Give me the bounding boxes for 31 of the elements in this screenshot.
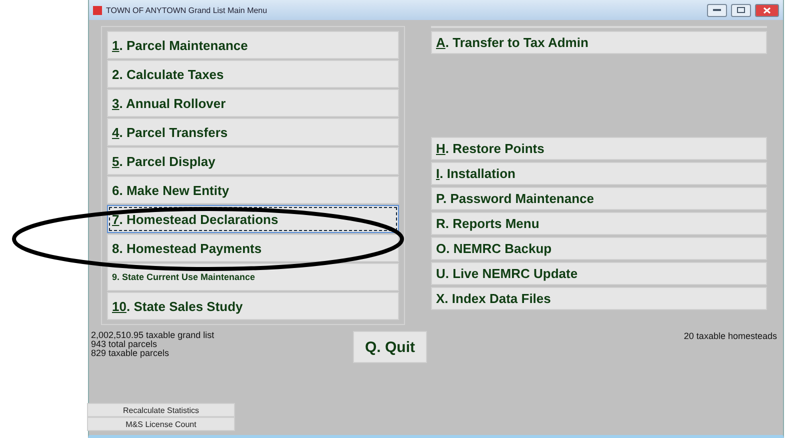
minimize-button[interactable] bbox=[707, 4, 727, 16]
statistic-text: 829 taxable parcels bbox=[91, 349, 170, 358]
menu-item[interactable]: 8. Homestead Payments bbox=[107, 234, 399, 262]
menu-item[interactable]: 5. Parcel Display bbox=[107, 147, 399, 175]
app-icon bbox=[93, 6, 102, 14]
maximize-button[interactable] bbox=[731, 4, 751, 16]
menu-item[interactable]: 3. Annual Rollover bbox=[107, 89, 399, 117]
statistics-button[interactable]: Recalculate Statistics bbox=[87, 403, 235, 417]
menu-item[interactable]: O. NEMRC Backup bbox=[431, 237, 767, 260]
menu-item[interactable]: A. Transfer to Tax Admin bbox=[431, 31, 767, 54]
minimize-icon bbox=[713, 9, 721, 11]
menu-item[interactable]: P. Password Maintenance bbox=[431, 187, 767, 210]
menu-item[interactable]: I. Installation bbox=[431, 162, 767, 185]
menu-item[interactable]: R. Reports Menu bbox=[431, 212, 767, 235]
menu-item[interactable]: X. Index Data Files bbox=[431, 287, 767, 310]
menu-item[interactable]: 10. State Sales Study bbox=[107, 292, 399, 320]
statistic-text: 943 total parcels bbox=[91, 340, 158, 349]
menu-item[interactable]: H. Restore Points bbox=[431, 137, 767, 160]
statistics-button[interactable]: M&S License Count bbox=[87, 417, 235, 431]
menu-item[interactable]: 4. Parcel Transfers bbox=[107, 118, 399, 146]
menu-item[interactable]: 6. Make New Entity bbox=[107, 176, 399, 204]
close-icon bbox=[763, 6, 771, 14]
statistic-text: 2,002,510.95 taxable grand list bbox=[91, 331, 216, 340]
quit-button[interactable]: Q. Quit bbox=[353, 331, 427, 363]
close-button[interactable] bbox=[755, 4, 779, 16]
menu-item[interactable]: 2. Calculate Taxes bbox=[107, 60, 399, 88]
window-title: TOWN OF ANYTOWN Grand List Main Menu bbox=[106, 6, 268, 14]
maximize-icon bbox=[737, 7, 745, 13]
menu-item[interactable]: U. Live NEMRC Update bbox=[431, 262, 767, 285]
menu-item[interactable]: 1. Parcel Maintenance bbox=[107, 31, 399, 59]
homesteads-text: 20 taxable homesteads bbox=[684, 331, 777, 341]
